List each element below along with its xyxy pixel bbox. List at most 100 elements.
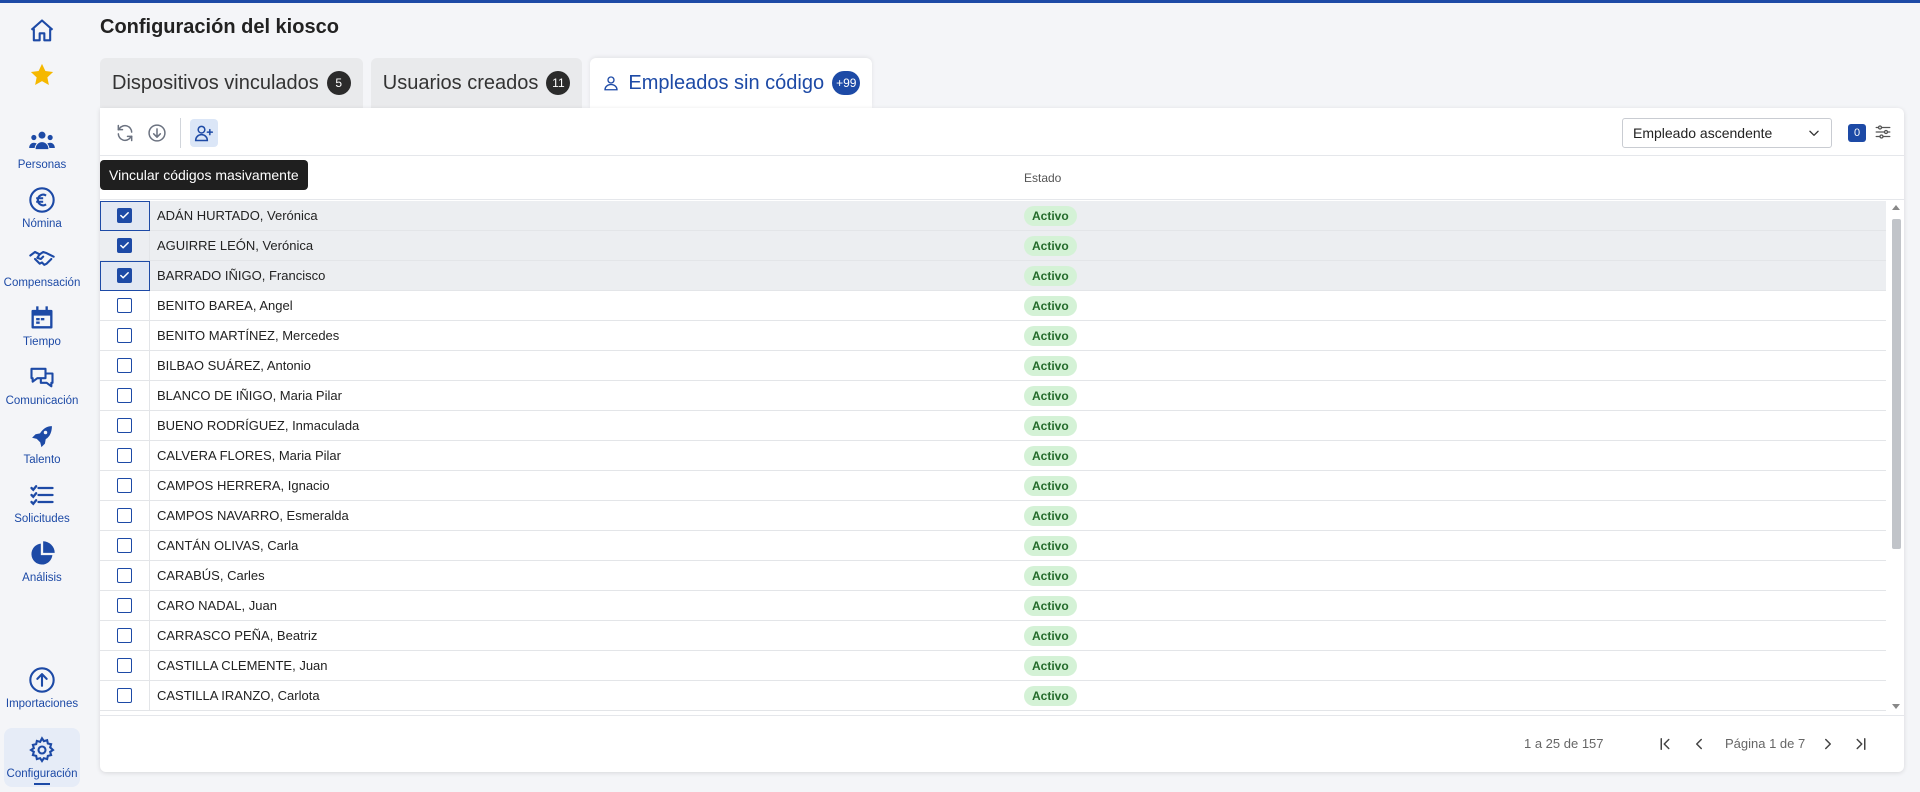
refresh-button[interactable] <box>112 120 138 146</box>
row-checkbox[interactable] <box>117 568 132 583</box>
row-checkbox[interactable] <box>117 508 132 523</box>
table-row[interactable]: BENITO MARTÍNEZ, Mercedes Activo <box>100 320 1886 351</box>
active-indicator <box>34 783 50 785</box>
sort-select[interactable]: Empleado ascendente <box>1622 118 1832 148</box>
download-icon <box>148 124 166 142</box>
table-row[interactable]: BARRADO IÑIGO, Francisco Activo <box>100 260 1886 291</box>
first-page-icon[interactable] <box>1656 735 1674 753</box>
home-icon <box>30 19 54 42</box>
column-header-estado[interactable]: Estado <box>1024 171 1061 185</box>
sidebar-item-tiempo[interactable]: Tiempo <box>0 304 84 348</box>
status-badge: Activo <box>1024 205 1077 226</box>
checkbox-cell <box>100 260 150 291</box>
next-page-icon[interactable] <box>1819 735 1837 753</box>
tab-label: Empleados sin código <box>628 71 825 94</box>
table-row[interactable]: CAMPOS NAVARRO, Esmeralda Activo <box>100 500 1886 531</box>
favorites-button[interactable] <box>0 61 84 89</box>
sidebar-item-label: Análisis <box>22 572 62 584</box>
page-indicator: Página 1 de 7 <box>1725 736 1806 751</box>
checkbox-cell <box>100 410 150 441</box>
employee-name: BARRADO IÑIGO, Francisco <box>157 268 326 283</box>
sidebar-item-comunicacion[interactable]: Comunicación <box>0 363 84 407</box>
table-row[interactable]: BILBAO SUÁREZ, Antonio Activo <box>100 350 1886 381</box>
table-row[interactable]: AGUIRRE LEÓN, Verónica Activo <box>100 230 1886 261</box>
row-checkbox[interactable] <box>117 628 132 643</box>
tab-empleados-sin-codigo[interactable]: Empleados sin código +99 <box>590 58 873 108</box>
checkbox-cell <box>100 201 150 231</box>
status-badge: Activo <box>1024 325 1077 346</box>
status-badge: Activo <box>1024 535 1077 556</box>
checkbox-cell <box>100 590 150 621</box>
table-row[interactable]: BUENO RODRÍGUEZ, Inmaculada Activo <box>100 410 1886 441</box>
table-row[interactable]: BENITO BAREA, Angel Activo <box>100 290 1886 321</box>
row-checkbox[interactable] <box>117 448 132 463</box>
table-row[interactable]: CARABÚS, Carles Activo <box>100 560 1886 591</box>
row-checkbox[interactable] <box>117 388 132 403</box>
row-checkbox[interactable] <box>117 688 132 703</box>
table-row[interactable]: BLANCO DE IÑIGO, Maria Pilar Activo <box>100 380 1886 411</box>
sidebar-item-label: Configuración <box>6 768 78 780</box>
sidebar: Personas Nómina Compensación Tiempo Comu… <box>0 3 84 792</box>
table-row[interactable]: CARO NADAL, Juan Activo <box>100 590 1886 621</box>
count-badge: +99 <box>832 71 861 95</box>
sidebar-item-talento[interactable]: Talento <box>0 422 84 466</box>
prev-page-icon[interactable] <box>1690 735 1708 753</box>
row-checkbox[interactable] <box>117 238 132 253</box>
sidebar-item-compensacion[interactable]: Compensación <box>0 245 84 289</box>
row-checkbox[interactable] <box>117 328 132 343</box>
row-checkbox[interactable] <box>117 598 132 613</box>
status-badge: Activo <box>1024 565 1077 586</box>
table-row[interactable]: CASTILLA CLEMENTE, Juan Activo <box>100 650 1886 681</box>
checkbox-cell <box>100 530 150 561</box>
download-button[interactable] <box>144 120 170 146</box>
last-page-icon[interactable] <box>1852 735 1870 753</box>
sidebar-item-importaciones[interactable]: Importaciones <box>0 666 84 710</box>
sidebar-item-personas[interactable]: Personas <box>0 127 84 171</box>
checkbox-cell <box>100 320 150 351</box>
count-badge: 5 <box>326 71 351 95</box>
status-badge: Activo <box>1024 505 1077 526</box>
status-badge: Activo <box>1024 415 1077 436</box>
filter-settings-icon[interactable] <box>1874 123 1892 141</box>
row-checkbox[interactable] <box>117 658 132 673</box>
row-checkbox[interactable] <box>117 268 132 283</box>
table-row[interactable]: CAMPOS HERRERA, Ignacio Activo <box>100 470 1886 501</box>
checkbox-cell <box>100 380 150 411</box>
tab-label: Usuarios creados <box>382 71 539 94</box>
pagination: 1 a 25 de 157 Página 1 de 7 <box>100 715 1904 772</box>
home-button[interactable] <box>0 17 84 45</box>
row-checkbox[interactable] <box>117 418 132 433</box>
page-title: Configuración del kiosco <box>100 16 339 38</box>
status-badge: Activo <box>1024 445 1077 466</box>
table-row[interactable]: ADÁN HURTADO, Verónica Activo <box>100 201 1886 231</box>
people-icon <box>29 131 55 150</box>
row-checkbox[interactable] <box>117 478 132 493</box>
scroll-down-arrow[interactable] <box>1892 704 1900 709</box>
checkbox-cell <box>100 650 150 681</box>
sidebar-item-configuracion[interactable]: Configuración <box>4 728 80 787</box>
tab-label: Dispositivos vinculados <box>112 71 319 94</box>
scroll-up-arrow[interactable] <box>1892 205 1900 210</box>
table-row[interactable]: CALVERA FLORES, Maria Pilar Activo <box>100 440 1886 471</box>
tab-usuarios-creados[interactable]: Usuarios creados 11 <box>370 58 583 108</box>
employee-name: AGUIRRE LEÓN, Verónica <box>157 238 314 253</box>
scrollbar-thumb[interactable] <box>1892 219 1901 549</box>
tooltip: Vincular códigos masivamente <box>100 160 308 190</box>
table-row[interactable]: CARRASCO PEÑA, Beatriz Activo <box>100 620 1886 651</box>
sidebar-item-analisis[interactable]: Análisis <box>0 540 84 584</box>
employee-name: CAMPOS HERRERA, Ignacio <box>157 478 330 493</box>
row-checkbox[interactable] <box>117 538 132 553</box>
sidebar-item-nomina[interactable]: Nómina <box>0 186 84 230</box>
row-checkbox[interactable] <box>117 358 132 373</box>
table-row[interactable]: CANTÁN OLIVAS, Carla Activo <box>100 530 1886 561</box>
table-row[interactable]: CASTILLA IRANZO, Carlota Activo <box>100 680 1886 711</box>
checkbox-cell <box>100 470 150 501</box>
bulk-link-codes-button[interactable] <box>190 119 218 147</box>
row-checkbox[interactable] <box>117 208 132 223</box>
row-checkbox[interactable] <box>117 298 132 313</box>
sidebar-item-solicitudes[interactable]: Solicitudes <box>0 481 84 525</box>
sidebar-item-label: Personas <box>17 159 67 171</box>
employee-name: CASTILLA IRANZO, Carlota <box>157 688 320 703</box>
scrollbar[interactable] <box>1890 201 1902 711</box>
tab-dispositivos-vinculados[interactable]: Dispositivos vinculados 5 <box>100 58 363 108</box>
